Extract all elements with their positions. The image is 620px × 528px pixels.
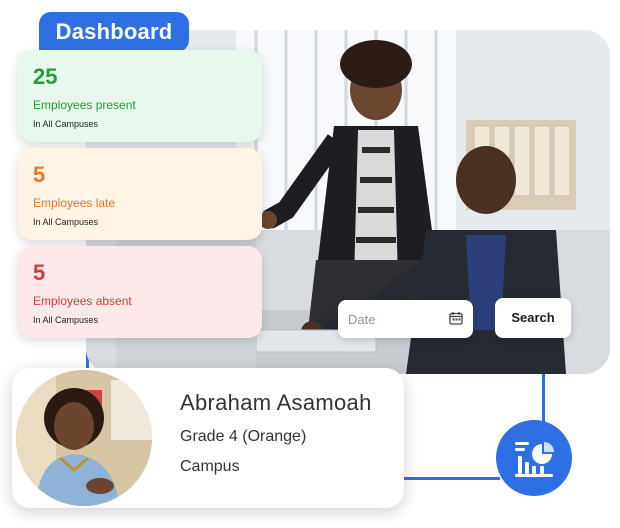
present-scope: In All Campuses	[33, 119, 99, 129]
late-scope: In All Campuses	[33, 217, 99, 227]
stat-card-present[interactable]: 25 Employees present In All Campuses	[18, 50, 262, 142]
stat-card-absent[interactable]: 5 Employees absent In All Campuses	[18, 246, 262, 338]
connector-line-bottom	[404, 477, 500, 480]
present-count: 25	[33, 64, 58, 89]
absent-label: Employees absent	[33, 294, 132, 308]
connector-line-right	[542, 372, 545, 422]
employee-name: Abraham Asamoah	[180, 390, 372, 415]
present-label: Employees present	[33, 98, 136, 112]
report-chart-icon[interactable]	[496, 420, 572, 496]
search-button[interactable]: Search	[495, 298, 571, 338]
stat-card-late[interactable]: 5 Employees late In All Campuses	[18, 148, 262, 240]
calendar-icon[interactable]	[449, 311, 463, 328]
absent-scope: In All Campuses	[33, 315, 99, 325]
date-field[interactable]: Date	[338, 300, 473, 338]
late-label: Employees late	[33, 196, 116, 210]
date-placeholder: Date	[348, 311, 376, 327]
employee-grade: Grade 4 (Orange)	[180, 428, 307, 445]
employee-avatar	[16, 370, 152, 506]
employee-profile-card[interactable]: Abraham Asamoah Grade 4 (Orange) Campus	[12, 368, 404, 508]
absent-count: 5	[33, 260, 46, 285]
dashboard-title: Dashboard	[39, 12, 189, 52]
late-count: 5	[33, 162, 46, 187]
employee-campus: Campus	[180, 458, 240, 475]
